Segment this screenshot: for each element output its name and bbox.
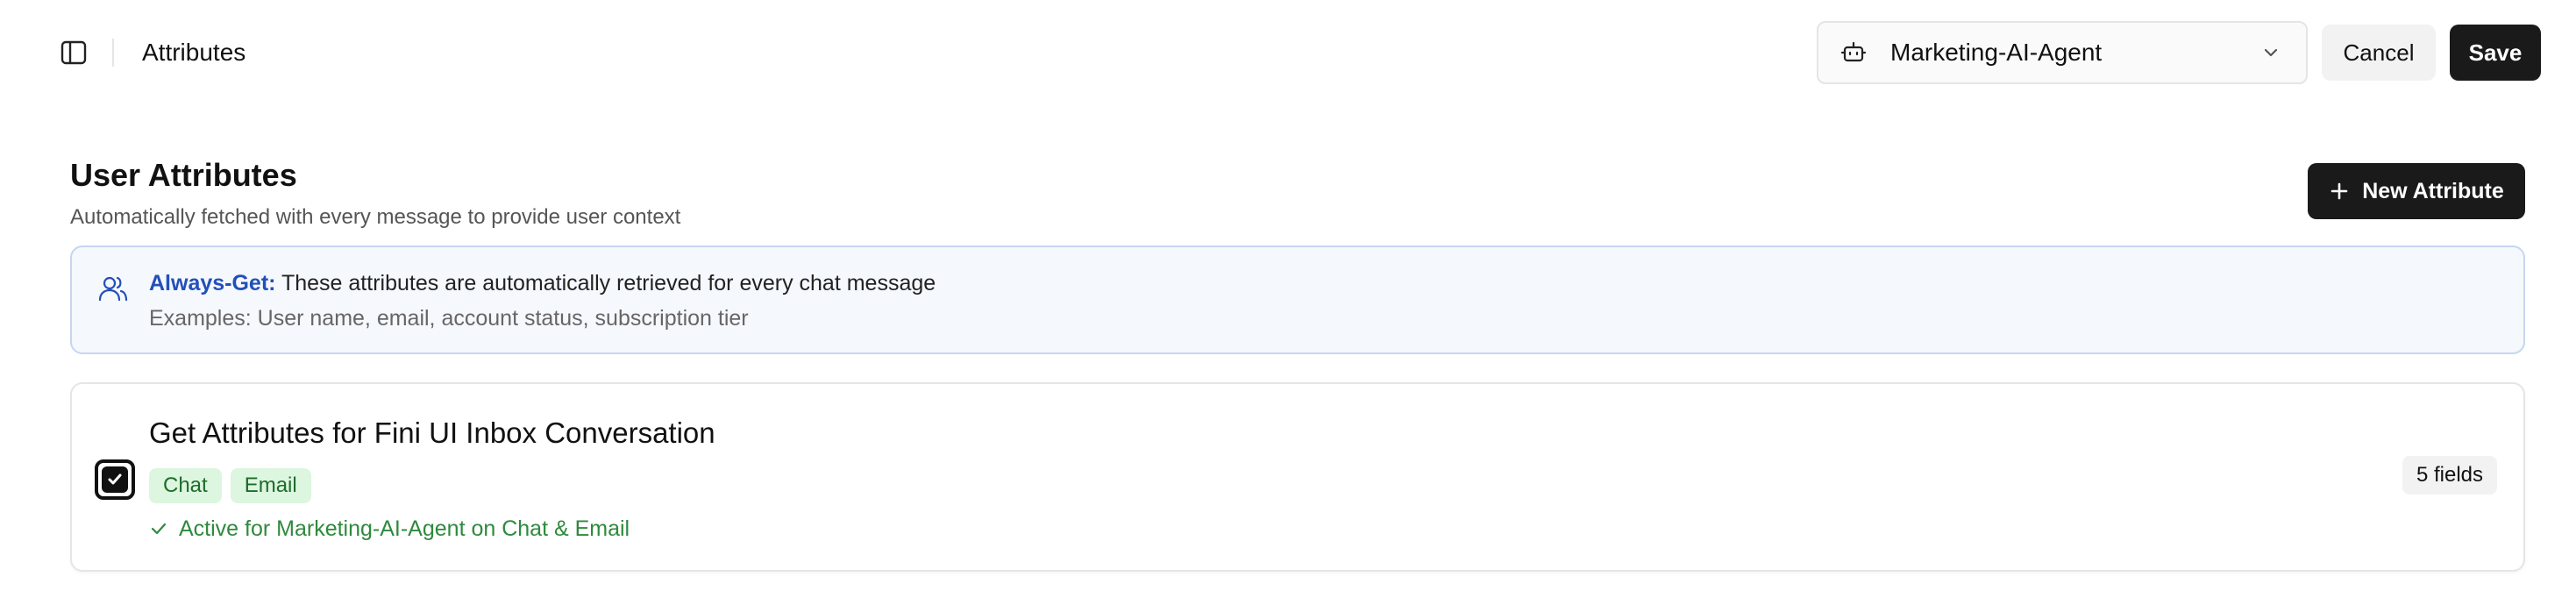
info-strong-label: Always-Get: [149, 271, 276, 295]
always-get-info-box: Always-Get: These attributes are automat… [70, 246, 2525, 354]
new-attribute-button[interactable]: New Attribute [2308, 163, 2525, 219]
attribute-title: Get Attributes for Fini UI Inbox Convers… [149, 416, 715, 449]
save-button[interactable]: Save [2450, 25, 2541, 81]
agent-select-value: Marketing-AI-Agent [1890, 39, 2103, 66]
page-title: Attributes [142, 39, 246, 66]
check-icon [149, 518, 170, 539]
info-text: These attributes are automatically retri… [275, 271, 936, 295]
header-divider [112, 39, 114, 67]
fields-count-badge: 5 fields [2402, 456, 2497, 495]
checkmark-icon [108, 473, 122, 485]
users-icon [98, 274, 128, 303]
channel-tags: Chat Email [149, 468, 311, 503]
agent-select[interactable]: Marketing-AI-Agent [1817, 21, 2308, 84]
new-attribute-label: New Attribute [2362, 178, 2504, 203]
info-description: Always-Get: These attributes are automat… [149, 268, 936, 298]
section-title: User Attributes [70, 157, 297, 193]
section-subtitle: Automatically fetched with every message… [70, 205, 681, 229]
cancel-button[interactable]: Cancel [2322, 25, 2436, 81]
plus-icon [2329, 181, 2350, 202]
sidebar-toggle-icon[interactable] [58, 39, 89, 67]
info-examples: Examples: User name, email, account stat… [149, 306, 749, 331]
attribute-checkbox[interactable] [95, 459, 135, 500]
active-status-text: Active for Marketing-AI-Agent on Chat & … [179, 516, 630, 541]
tag-email: Email [230, 468, 311, 503]
active-status: Active for Marketing-AI-Agent on Chat & … [149, 514, 630, 544]
checkbox-fill [102, 466, 128, 493]
tag-chat: Chat [149, 468, 222, 503]
chevron-down-icon [2260, 42, 2281, 63]
bot-icon [1839, 39, 1868, 67]
attribute-card[interactable]: Get Attributes for Fini UI Inbox Convers… [70, 382, 2525, 572]
top-bar: Attributes Marketing-AI-Agent Cancel Sav… [0, 0, 2576, 105]
